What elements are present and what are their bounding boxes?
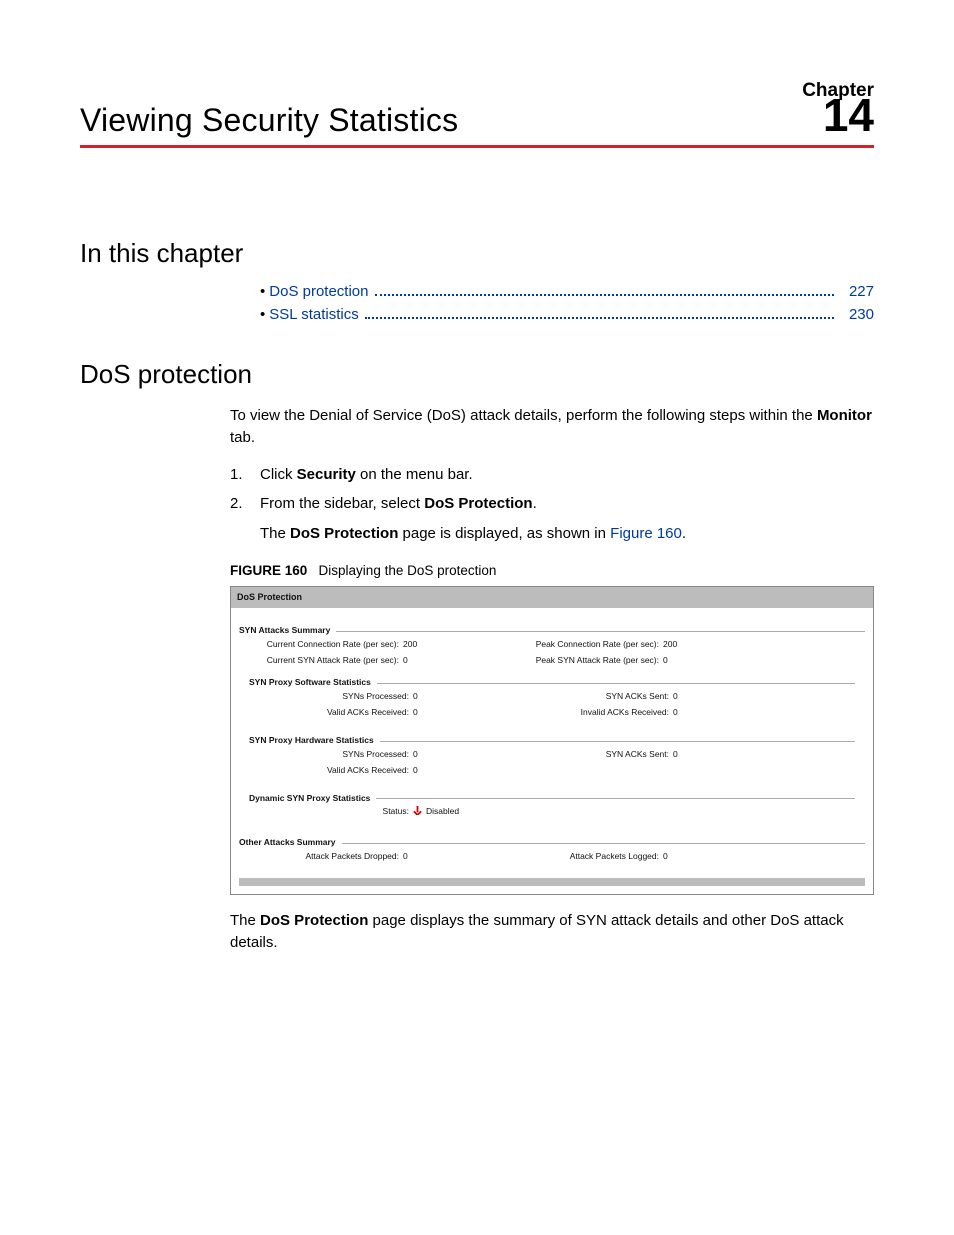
kv-row: Valid ACKs Received:0 — [259, 764, 845, 776]
label: Current SYN Attack Rate (per sec): — [249, 654, 403, 666]
steps: 1. Click Security on the menu bar. 2. Fr… — [230, 464, 874, 545]
label: SYNs Processed: — [259, 748, 413, 760]
text: page is displayed, as shown in — [398, 525, 610, 542]
kv-row: Valid ACKs Received:0 Invalid ACKs Recei… — [259, 706, 845, 718]
section-heading: DoS protection — [80, 359, 874, 390]
value: 0 — [413, 748, 437, 760]
kv-row: Attack Packets Dropped:0 Attack Packets … — [249, 850, 855, 862]
text: From the sidebar, select — [260, 495, 424, 512]
value: 200 — [663, 638, 687, 650]
label: Attack Packets Logged: — [509, 850, 663, 862]
text: . — [533, 495, 537, 512]
toc: • DoS protection 227 • SSL statistics 23… — [80, 283, 874, 323]
text: To view the Denial of Service (DoS) atta… — [230, 407, 817, 424]
text: tab. — [230, 429, 255, 446]
legend: Dynamic SYN Proxy Statistics — [249, 792, 376, 804]
text: The — [260, 525, 290, 542]
kv-row: Status: Disabled — [259, 805, 845, 818]
toc-row: • SSL statistics 230 — [260, 306, 874, 323]
figure-caption-text: Displaying the DoS protection — [319, 563, 497, 578]
toc-dots — [375, 293, 835, 296]
fieldset-syn-summary: SYN Attacks Summary Current Connection R… — [239, 624, 865, 826]
figure-caption-bold: FIGURE 160 — [230, 563, 307, 578]
toc-link-ssl[interactable]: SSL statistics — [269, 306, 358, 323]
text-bold: DoS Protection — [290, 525, 398, 542]
chapter-title: Viewing Security Statistics — [80, 102, 458, 139]
section-body: To view the Denial of Service (DoS) atta… — [80, 405, 874, 954]
figure-caption: FIGURE 160 Displaying the DoS protection — [230, 561, 874, 581]
panel-body: SYN Attacks Summary Current Connection R… — [231, 608, 873, 894]
step-2-result: The DoS Protection page is displayed, as… — [260, 523, 874, 545]
text-bold: Security — [297, 466, 356, 483]
status-down-icon — [413, 806, 422, 818]
text: on the menu bar. — [356, 466, 473, 483]
label: Valid ACKs Received: — [259, 764, 413, 776]
step-2: 2. From the sidebar, select DoS Protecti… — [230, 493, 874, 515]
label: Attack Packets Dropped: — [249, 850, 403, 862]
step-1: 1. Click Security on the menu bar. — [230, 464, 874, 486]
toc-link-dos[interactable]: DoS protection — [269, 283, 368, 300]
bullet-icon: • — [260, 283, 265, 300]
value: 0 — [673, 690, 697, 702]
chapter-number: 14 — [823, 92, 874, 138]
text: Click — [260, 466, 297, 483]
label: SYNs Processed: — [259, 690, 413, 702]
step-number: 2. — [230, 493, 260, 515]
legend: SYN Attacks Summary — [239, 624, 336, 636]
bullet-icon: • — [260, 306, 265, 323]
label: Peak Connection Rate (per sec): — [509, 638, 663, 650]
toc-page[interactable]: 230 — [840, 306, 874, 323]
fieldset-syn-dyn: Dynamic SYN Proxy Statistics Status: — [249, 792, 855, 824]
toc-heading: In this chapter — [80, 238, 874, 269]
legend: SYN Proxy Software Statistics — [249, 676, 377, 688]
fieldset-syn-hw: SYN Proxy Hardware Statistics SYNs Proce… — [249, 734, 855, 782]
label: Peak SYN Attack Rate (per sec): — [509, 654, 663, 666]
text: The — [230, 912, 260, 929]
toc-page[interactable]: 227 — [840, 283, 874, 300]
document-page: Chapter Viewing Security Statistics 14 I… — [0, 0, 954, 954]
label: SYN ACKs Sent: — [519, 690, 673, 702]
kv-row: Current Connection Rate (per sec):200 Pe… — [249, 638, 855, 650]
text: . — [682, 525, 686, 542]
value: 0 — [413, 706, 437, 718]
value: 0 — [673, 748, 697, 760]
value: 0 — [403, 850, 427, 862]
toc-row: • DoS protection 227 — [260, 283, 874, 300]
intro-paragraph: To view the Denial of Service (DoS) atta… — [230, 405, 874, 449]
panel-footer-bar — [239, 878, 865, 886]
title-row: Viewing Security Statistics 14 — [80, 92, 874, 148]
text-bold: DoS Protection — [424, 495, 532, 512]
value: 0 — [673, 706, 697, 718]
figure-dos-protection: DoS Protection SYN Attacks Summary Curre… — [230, 586, 874, 895]
step-text: From the sidebar, select DoS Protection. — [260, 493, 537, 515]
status-text: Disabled — [426, 806, 459, 816]
figure-xref-link[interactable]: Figure 160 — [610, 525, 682, 542]
step-text: Click Security on the menu bar. — [260, 464, 473, 486]
label: Status: — [259, 805, 413, 817]
value: 200 — [403, 638, 427, 650]
value: 0 — [663, 654, 687, 666]
label: Current Connection Rate (per sec): — [249, 638, 403, 650]
value: 0 — [413, 690, 437, 702]
value: Disabled — [413, 805, 459, 818]
kv-row: Current SYN Attack Rate (per sec):0 Peak… — [249, 654, 855, 666]
legend: Other Attacks Summary — [239, 836, 342, 848]
text-bold: DoS Protection — [260, 912, 368, 929]
legend: SYN Proxy Hardware Statistics — [249, 734, 380, 746]
toc-dots — [365, 316, 834, 319]
label: Valid ACKs Received: — [259, 706, 413, 718]
step-number: 1. — [230, 464, 260, 486]
value: 0 — [403, 654, 427, 666]
label: Invalid ACKs Received: — [519, 706, 673, 718]
kv-row: SYNs Processed:0 SYN ACKs Sent:0 — [259, 748, 845, 760]
closing-paragraph: The DoS Protection page displays the sum… — [230, 910, 874, 954]
value: 0 — [663, 850, 687, 862]
fieldset-syn-sw: SYN Proxy Software Statistics SYNs Proce… — [249, 676, 855, 724]
panel-title: DoS Protection — [231, 587, 873, 608]
label: SYN ACKs Sent: — [519, 748, 673, 760]
fieldset-other-attacks: Other Attacks Summary Attack Packets Dro… — [239, 836, 865, 868]
text-bold: Monitor — [817, 407, 872, 424]
kv-row: SYNs Processed:0 SYN ACKs Sent:0 — [259, 690, 845, 702]
value: 0 — [413, 764, 437, 776]
